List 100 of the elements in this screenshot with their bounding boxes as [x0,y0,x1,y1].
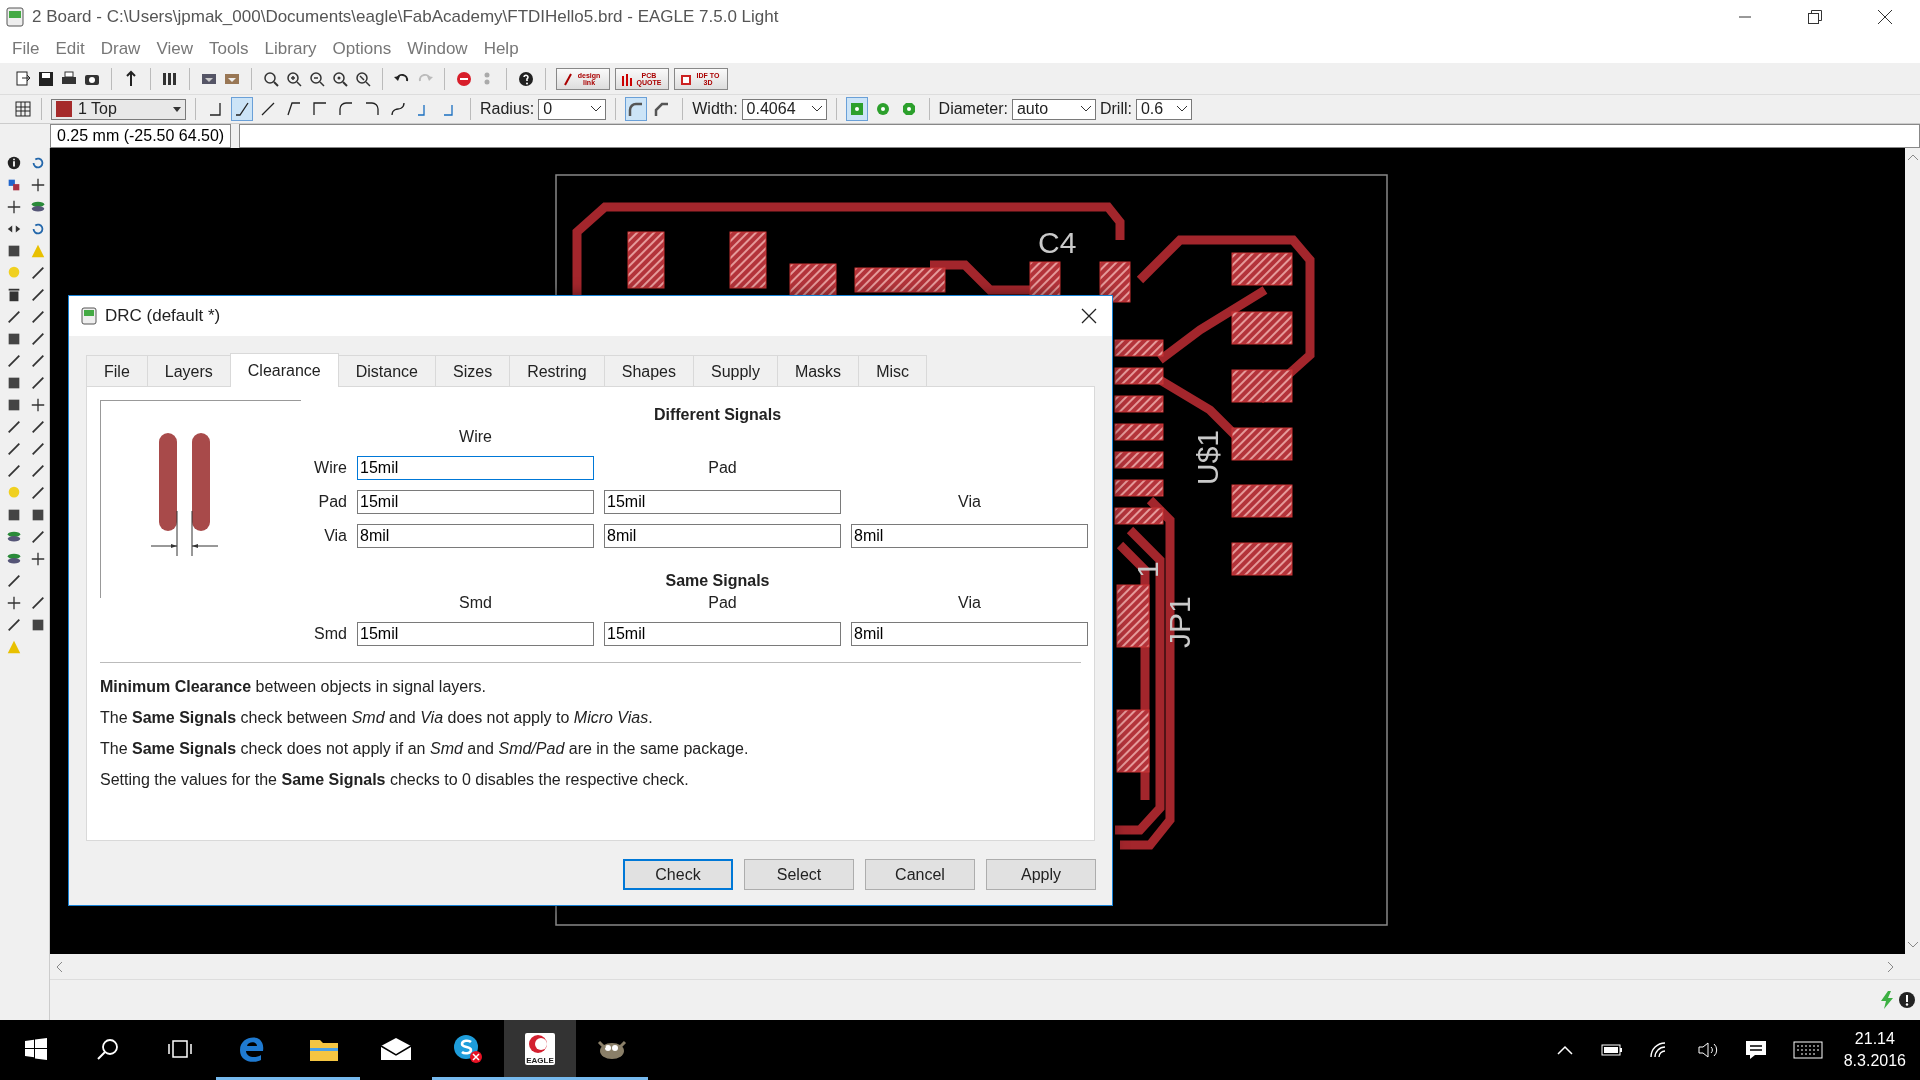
info-icon[interactable] [1898,991,1916,1009]
chevron-up-icon[interactable] [1556,1045,1573,1055]
dialog-title: DRC (default *) [105,306,222,326]
layer-dropdown[interactable]: 1 Top [51,98,186,120]
stop-icon[interactable] [455,69,473,88]
solder-pad [1231,484,1293,518]
wire-bend-icon[interactable] [231,97,253,121]
line-icon[interactable] [30,331,46,347]
scroll-down-icon[interactable] [1907,942,1918,948]
row-label: Pad [317,493,347,511]
tab[interactable]: Clearance [229,353,339,387]
menu-item[interactable]: Library [256,36,325,61]
row-label: Smd [313,625,347,643]
column-heading: Smd [458,594,493,612]
scroll-right-icon[interactable] [1888,961,1894,972]
close-icon [1878,10,1892,24]
clearance-field[interactable]: 15mil [357,622,594,646]
close-icon [1081,308,1097,324]
battery-icon[interactable] [1598,1042,1623,1058]
solder-pad [1114,367,1164,385]
solder-pad [1231,252,1293,286]
via-shape-icon[interactable] [845,97,868,121]
line-icon[interactable] [30,265,46,281]
zoom-in-icon[interactable] [285,69,303,88]
width-dropdown[interactable]: 0.4064 [741,98,827,120]
menu-item[interactable]: Edit [47,36,93,61]
solder-pad [1099,261,1131,303]
clearance-field[interactable]: 8mil [851,622,1088,646]
line-icon[interactable] [30,419,46,435]
column-heading: Pad [707,459,738,477]
circuit-icon [621,71,633,86]
plus-icon[interactable] [30,397,46,413]
zoom-icon[interactable] [331,69,349,88]
solder-pad [1231,369,1293,403]
square-icon[interactable] [6,243,22,259]
dialog-button[interactable]: Cancel [865,859,975,890]
cross-icon[interactable] [30,177,46,193]
clearance-field[interactable]: 8mil [357,524,594,548]
radius-label: Radius: [480,100,535,118]
clearance-field[interactable]: 8mil [604,524,841,548]
solder-pad [1114,423,1164,441]
notification-icon[interactable] [1744,1040,1767,1060]
solder-pad [1231,427,1293,461]
column-heading: Via [957,493,982,511]
dialog-button[interactable]: Apply [986,859,1096,890]
solder-pad [789,263,837,297]
zoom-fit-icon[interactable] [262,69,280,88]
group-icon[interactable] [6,177,22,193]
keyboard-icon[interactable] [1792,1041,1823,1059]
trash-icon[interactable] [6,287,22,303]
taskbar-app-button[interactable]: EAGLE [504,1020,576,1080]
solder-pad [1231,311,1293,345]
envelope-icon [380,1036,412,1061]
clearance-field[interactable]: 15mil [357,490,594,514]
zoom-icon[interactable] [354,69,372,88]
info-icon[interactable] [6,155,22,171]
clock-date[interactable]: 8.3.2016 [1843,1050,1906,1072]
menu-item[interactable]: Help [475,36,527,61]
solder-pad [1114,339,1164,357]
pin-label: 1 [1131,561,1164,578]
clearance-field[interactable]: 15mil [604,622,841,646]
drill-dropdown[interactable]: 0.6 [1135,98,1192,120]
menu-item[interactable]: Tools [200,36,257,61]
command-field[interactable] [239,124,1920,148]
diameter-dropdown[interactable]: auto [1011,98,1096,120]
document-icon [81,307,97,325]
solder-pad [1114,395,1164,413]
menu-item[interactable]: Options [324,36,400,61]
radius-dropdown[interactable]: 0 [538,98,607,120]
menu-item[interactable]: Draw [92,36,149,61]
menu-item[interactable]: View [148,36,201,61]
solder-pad [1114,451,1164,469]
info-text: The Same Signals check does not apply if an Smd and Smd/Pad are in the same package. [100,739,750,759]
component-label: JP1 [1163,596,1196,648]
menu-item[interactable]: File [4,36,48,61]
clock-time[interactable]: 21.14 [1843,1028,1906,1050]
dialog-button[interactable]: Select [744,859,854,890]
help-icon[interactable] [517,69,535,88]
save-icon[interactable] [37,69,55,88]
rectangle-icon[interactable] [30,507,46,523]
task-view-icon [167,1038,193,1059]
clearance-field[interactable]: 15mil [357,456,594,480]
tab[interactable]: Misc [858,355,927,386]
pencil-icon [563,71,573,86]
square-icon[interactable] [6,507,22,523]
scroll-left-icon[interactable] [56,961,62,972]
miter-icon[interactable] [625,97,648,121]
solder-pad [1114,507,1164,525]
solder-pad [627,231,665,289]
tab[interactable]: File [86,355,148,386]
component-label: C4 [1038,226,1077,259]
dialog-button[interactable]: Check [623,859,733,890]
menu-item[interactable]: Window [399,36,476,61]
zoom-out-icon[interactable] [308,69,326,88]
clearance-field[interactable]: 8mil [851,524,1088,548]
rotate-icon[interactable] [30,155,46,171]
clearance-field[interactable]: 15mil [604,490,841,514]
volume-icon[interactable] [1696,1041,1719,1059]
scroll-up-icon[interactable] [1907,154,1918,160]
open-icon[interactable] [14,69,32,88]
